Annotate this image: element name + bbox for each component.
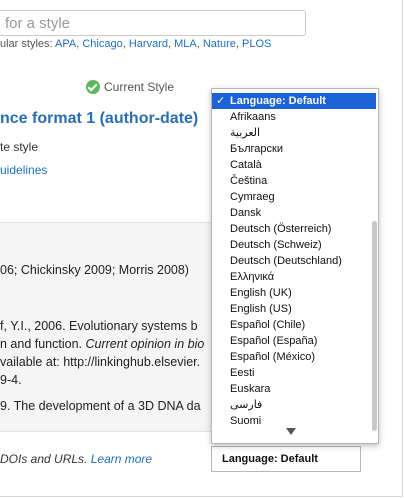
language-dropdown[interactable]: ✓ Language: Default Afrikaans العربية Бъ… <box>211 88 379 444</box>
language-option[interactable]: العربية <box>212 125 376 141</box>
language-option-label: Language: Default <box>230 95 326 107</box>
popular-link-nature[interactable]: Nature <box>203 38 236 50</box>
dropdown-scrollbar[interactable] <box>372 221 377 431</box>
language-option[interactable]: Català <box>212 157 376 173</box>
language-select[interactable]: Language: Default <box>211 446 361 472</box>
language-option[interactable]: Eesti <box>212 365 376 381</box>
language-option[interactable]: Български <box>212 141 376 157</box>
preview-line: f, Y.I., 2006. Evolutionary systems b <box>0 319 198 333</box>
language-option[interactable]: فارسی <box>212 397 376 413</box>
preview-line: 9. The development of a 3D DNA da <box>0 399 201 413</box>
current-style-badge: Current Style <box>86 80 174 94</box>
style-title: nce format 1 (author-date) <box>0 110 199 127</box>
style-search-input[interactable]: for a style <box>0 10 306 36</box>
language-option[interactable]: Ελληνικά <box>212 269 376 285</box>
preview-line-text: n and function. <box>0 337 86 351</box>
language-option[interactable]: Español (México) <box>212 349 376 365</box>
popular-link-chicago[interactable]: Chicago <box>82 38 122 50</box>
language-option[interactable]: Afrikaans <box>212 109 376 125</box>
language-option[interactable]: Deutsch (Österreich) <box>212 221 376 237</box>
popular-link-apa[interactable]: APA <box>55 38 76 50</box>
preview-italic-text: Current opinion in bio <box>85 337 205 351</box>
language-option[interactable]: Español (España) <box>212 333 376 349</box>
language-option[interactable]: Cymraeg <box>212 189 376 205</box>
guidelines-link[interactable]: uidelines <box>0 163 47 177</box>
preview-line: 9-4. <box>0 373 22 387</box>
popular-link-harvard[interactable]: Harvard <box>129 38 168 50</box>
language-option[interactable]: Español (Chile) <box>212 317 376 333</box>
search-placeholder: for a style <box>5 15 71 32</box>
popular-link-plos[interactable]: PLOS <box>242 38 271 50</box>
preview-line: n and function. Current opinion in bio <box>0 337 204 351</box>
language-option[interactable]: Deutsch (Deutschland) <box>212 253 376 269</box>
current-style-label: Current Style <box>104 80 175 94</box>
language-option[interactable]: ✓ Language: Default <box>212 93 376 109</box>
preview-line: vailable at: http://linkinghub.elsevier. <box>0 355 201 369</box>
language-option[interactable]: Euskara <box>212 381 376 397</box>
popular-styles: ular styles: APA, Chicago, Harvard, MLA,… <box>0 38 272 50</box>
check-circle-icon <box>86 80 100 94</box>
learn-more-link[interactable]: Learn more <box>91 452 152 466</box>
checkmark-icon: ✓ <box>216 95 226 107</box>
footer-note: DOIs and URLs. Learn more <box>0 452 152 466</box>
preview-line: 06; Chickinsky 2009; Morris 2008) <box>0 263 189 277</box>
style-subtitle: te style <box>0 140 39 154</box>
popular-link-mla[interactable]: MLA <box>174 38 197 50</box>
language-option[interactable]: Čeština <box>212 173 376 189</box>
footer-text: DOIs and URLs. <box>0 452 88 466</box>
scroll-down-arrow-icon[interactable] <box>286 428 296 435</box>
language-option[interactable]: Suomi <box>212 413 376 429</box>
language-option[interactable]: English (UK) <box>212 285 376 301</box>
language-option[interactable]: English (US) <box>212 301 376 317</box>
popular-styles-label: ular styles: <box>0 38 53 50</box>
language-option[interactable]: Dansk <box>212 205 376 221</box>
language-option[interactable]: Deutsch (Schweiz) <box>212 237 376 253</box>
